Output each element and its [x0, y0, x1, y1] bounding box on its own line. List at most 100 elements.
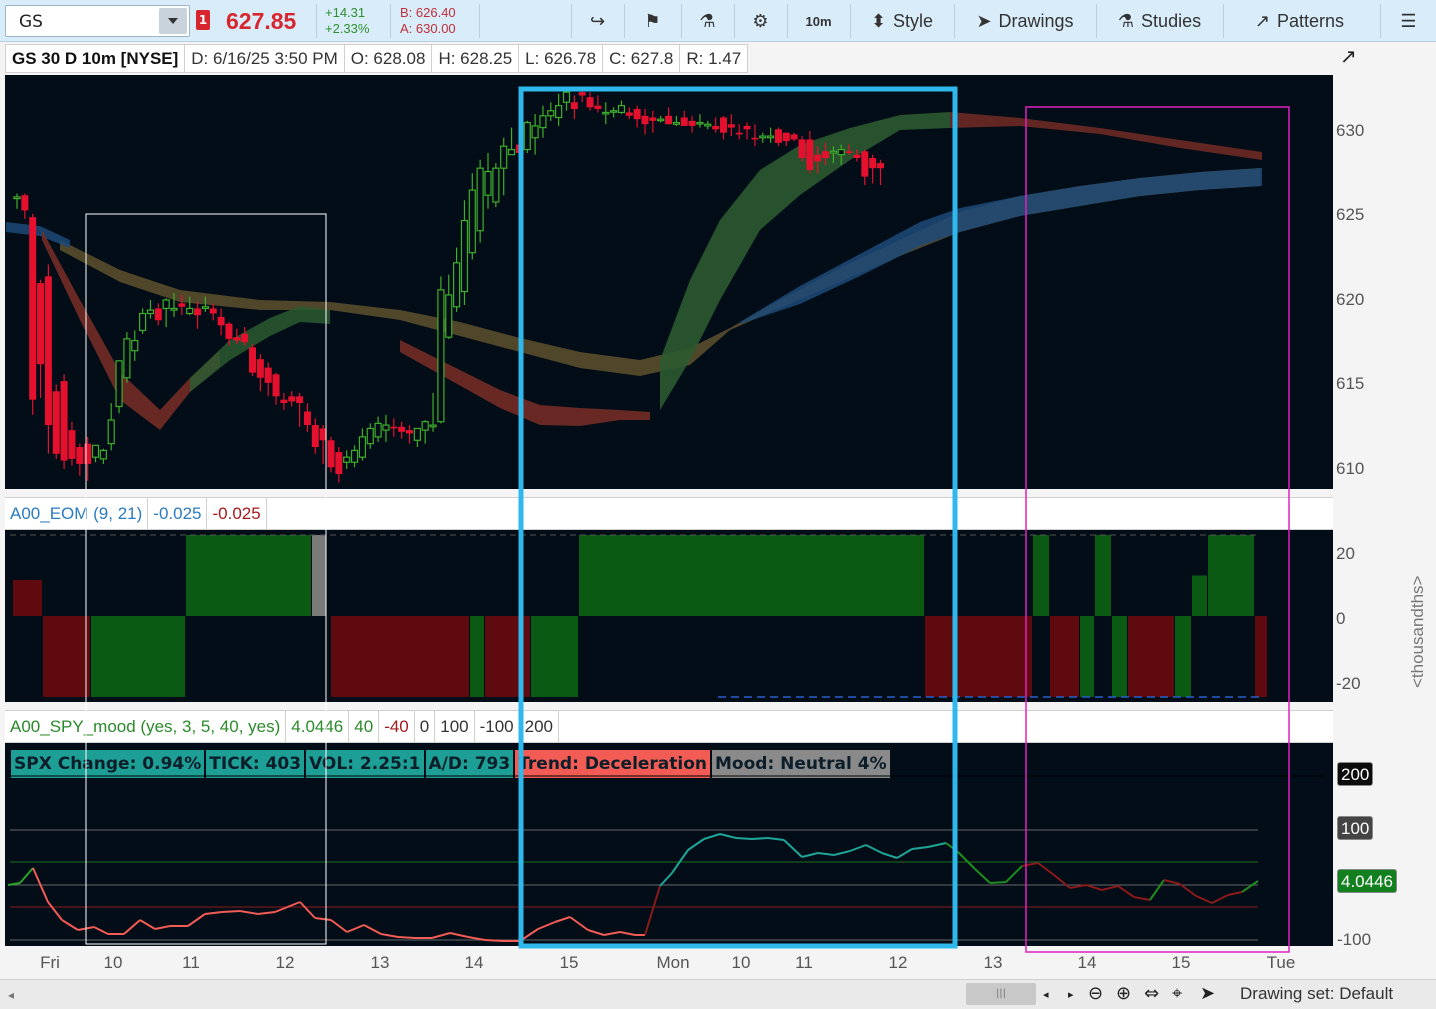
candle-body-down: [52, 391, 60, 454]
mood-line-segment: [569, 916, 589, 931]
candle-body-down: [178, 303, 186, 307]
candle-body-down: [586, 97, 594, 108]
time-tick: 12: [275, 953, 295, 972]
slow-ma-band-blue: [740, 168, 1262, 324]
candle-body-down: [814, 154, 822, 162]
mood-line-segment: [449, 932, 469, 938]
time-tick: 11: [795, 953, 813, 972]
fit-icon[interactable]: ⇔: [1144, 983, 1159, 1004]
candle-body-down: [311, 425, 319, 448]
candle-body-down: [76, 447, 84, 464]
candle-body-down: [774, 129, 782, 143]
mood-line-segment: [989, 881, 1007, 884]
candle-body-up: [531, 125, 539, 139]
mood-line-segment: [644, 885, 661, 936]
eom-bar: [531, 616, 578, 697]
eom-bar: [1192, 575, 1207, 616]
eom-bar: [43, 616, 90, 697]
mood-line-segment: [1037, 862, 1055, 876]
zoom-out-icon[interactable]: ⊖: [1088, 983, 1103, 1004]
candle-body-up: [484, 170, 492, 196]
eom-bar: [1175, 616, 1191, 697]
mood-line-segment: [363, 924, 382, 935]
candle-body-down: [735, 132, 743, 135]
mood-line-segment: [735, 837, 753, 840]
candle-body-down: [649, 117, 657, 121]
candle-body-down: [209, 308, 217, 314]
time-axis[interactable]: Fri 10 11 12 13 14 15 Mon 10 11 12 13 14…: [5, 948, 1333, 978]
mood-line-segment: [1021, 862, 1039, 867]
candle-body-up: [162, 299, 170, 310]
candle-body-up: [492, 167, 500, 203]
candle-body-up: [829, 150, 838, 154]
candle-body-down: [845, 151, 853, 153]
time-tick: 15: [559, 953, 579, 972]
candle-body-down: [241, 333, 249, 343]
candle-body-down: [225, 323, 233, 339]
time-tick: 11: [182, 953, 200, 972]
mood-line-segment: [751, 837, 769, 840]
mood-line-segment: [703, 833, 721, 840]
candle-body-up: [445, 294, 453, 338]
candle-body-up: [460, 219, 469, 293]
candle-body-down: [594, 105, 602, 110]
mood-line-segment: [659, 872, 673, 887]
time-tick: Tue: [1266, 953, 1296, 972]
ma-band-start: [6, 222, 70, 248]
mood-line-segment: [123, 919, 141, 935]
mood-line-segment: [603, 931, 621, 936]
candle-body-up: [429, 424, 437, 428]
candle-body-up: [547, 110, 555, 117]
crosshair-icon[interactable]: ⌖: [1172, 983, 1182, 1004]
mood-line-segment: [927, 842, 947, 848]
candle-body-down: [256, 359, 264, 378]
time-tick: 13: [370, 953, 390, 972]
mood-line-segment: [239, 910, 259, 915]
candle-body-down: [869, 158, 877, 169]
mood-line-segment: [139, 919, 156, 930]
mood-line-segment: [1133, 896, 1151, 901]
time-tick: 13: [983, 953, 1003, 972]
eom-bar: [1050, 616, 1079, 697]
eom-bar: [312, 535, 326, 616]
eom-bar: [1112, 616, 1127, 697]
eom-bar: [1208, 535, 1254, 616]
mood-line-segment: [187, 913, 206, 927]
candle-body-up: [672, 121, 681, 125]
mood-line-segment: [801, 852, 819, 858]
candle-body-down: [853, 154, 861, 159]
candle-body-up: [115, 360, 123, 408]
candle-body-up: [350, 449, 359, 463]
candle-body-up: [500, 145, 508, 169]
candle-body-up: [617, 105, 626, 114]
candle-body-down: [194, 308, 202, 316]
scrollbar-thumb[interactable]: |||: [966, 983, 1036, 1005]
candle-body-up: [107, 419, 115, 445]
mood-line-segment: [330, 919, 348, 933]
candle-body-down: [21, 195, 29, 211]
fast-ma-band-red: [42, 230, 220, 430]
candle-body-up: [562, 91, 571, 103]
candle-body-up: [468, 189, 476, 254]
candle-body-up: [609, 110, 618, 113]
mood-line-segment: [93, 926, 109, 935]
drawing-set-label[interactable]: Drawing set: Default: [1240, 984, 1393, 1004]
candle-body-up: [696, 121, 704, 125]
mood-line-segment: [974, 868, 991, 884]
eom-bar: [186, 535, 311, 616]
candle-body-up: [602, 111, 610, 115]
mood-line-segment: [849, 844, 867, 852]
scroll-left-small-icon[interactable]: ◂: [1043, 988, 1049, 1001]
eom-bar: [1033, 535, 1049, 616]
candle-body-up: [146, 309, 155, 315]
candle-body-down: [665, 115, 673, 125]
scroll-left-icon[interactable]: ◂: [8, 988, 14, 1002]
zoom-in-icon[interactable]: ⊕: [1116, 983, 1131, 1004]
time-tick: 15: [1171, 953, 1191, 972]
candle-body-down: [68, 430, 76, 459]
candle-body-down: [861, 151, 869, 177]
mood-line-segment: [783, 839, 803, 858]
pointer-icon[interactable]: ➤: [1200, 983, 1215, 1004]
candle-body-down: [806, 139, 814, 170]
scroll-right-small-icon[interactable]: ▸: [1068, 988, 1074, 1001]
